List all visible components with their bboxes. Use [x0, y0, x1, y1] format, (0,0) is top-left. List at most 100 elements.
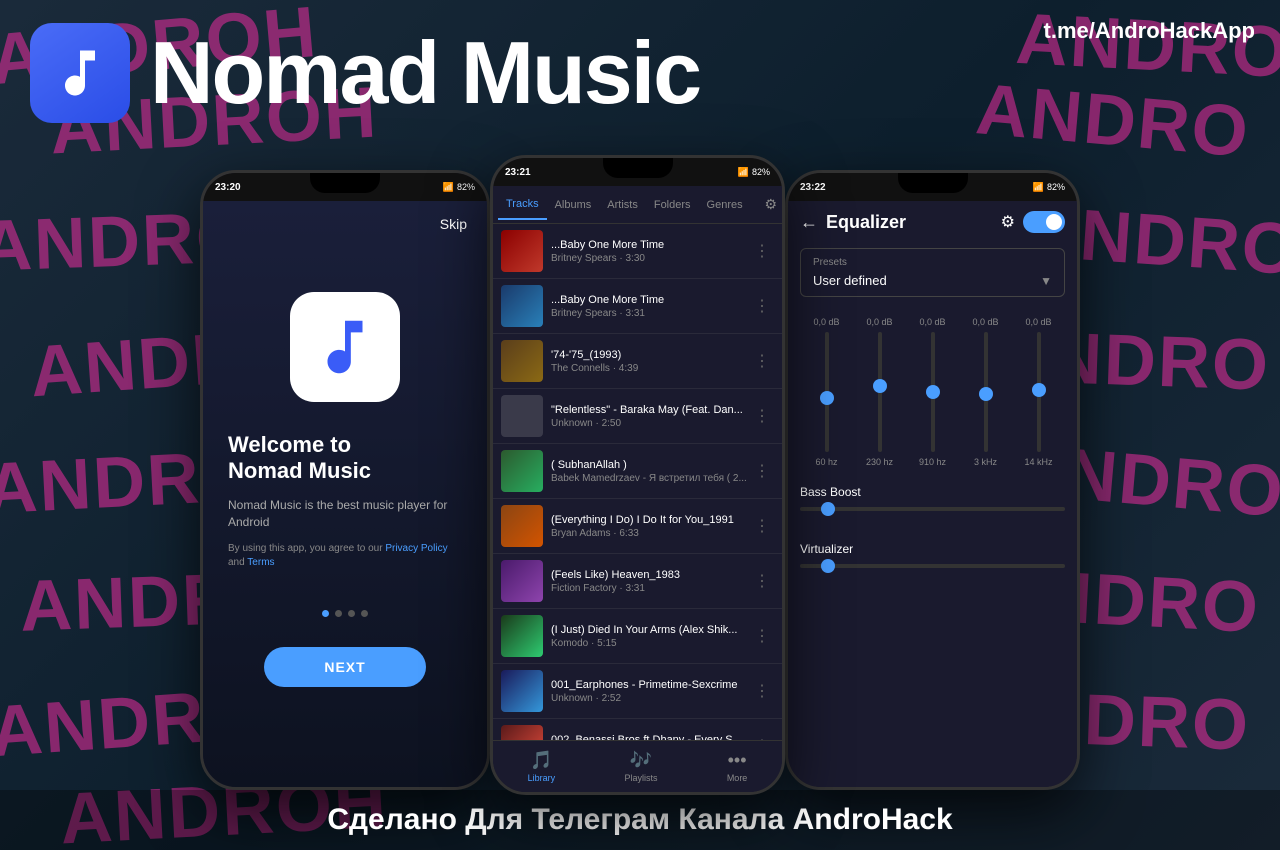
track-artist-duration: Bryan Adams · 6:33 — [551, 528, 750, 539]
menu-icon[interactable]: ⚙ — [764, 196, 777, 213]
eq-band-230hz[interactable] — [878, 332, 882, 452]
battery-text-2: 82% — [752, 167, 770, 177]
bass-boost-slider[interactable] — [800, 507, 1065, 511]
eq-band-14khz[interactable] — [1037, 332, 1041, 452]
presets-label: Presets — [813, 257, 1052, 268]
virtualizer-slider[interactable] — [800, 564, 1065, 568]
nav-library-label: Library — [528, 773, 556, 783]
track-title: ( SubhanAllah ) — [551, 459, 750, 471]
track-thumbnail — [501, 560, 543, 602]
track-artist-duration: Britney Spears · 3:31 — [551, 308, 750, 319]
tab-genres[interactable]: Genres — [699, 191, 751, 219]
eq-band-60hz[interactable] — [825, 332, 829, 452]
track-more-icon[interactable]: ⋮ — [750, 351, 774, 371]
eq-sliders-row — [800, 332, 1065, 452]
track-info: ...Baby One More Time Britney Spears · 3… — [551, 239, 750, 264]
terms-link[interactable]: Terms — [247, 557, 274, 568]
track-item[interactable]: ( SubhanAllah ) Babek Mamedrzaev - Я вст… — [493, 444, 782, 499]
track-info: (Feels Like) Heaven_1983 Fiction Factory… — [551, 569, 750, 594]
eq-toggle[interactable] — [1023, 211, 1065, 233]
eq-track-2 — [878, 332, 882, 452]
track-title: (Feels Like) Heaven_1983 — [551, 569, 750, 581]
wifi-icon: 📶 — [738, 167, 749, 178]
track-item[interactable]: 002_Benassi Bros ft.Dhany - Every S... U… — [493, 719, 782, 740]
welcome-title: Welcome toNomad Music — [228, 432, 462, 485]
track-item[interactable]: (I Just) Died In Your Arms (Alex Shik...… — [493, 609, 782, 664]
track-more-icon[interactable]: ⋮ — [750, 406, 774, 426]
track-item[interactable]: ...Baby One More Time Britney Spears · 3… — [493, 224, 782, 279]
track-item[interactable]: 001_Earphones - Primetime-Sexcrime Unkno… — [493, 664, 782, 719]
wifi-icon-3: 📶 — [1033, 182, 1044, 193]
privacy-policy-link[interactable]: Privacy Policy — [385, 543, 447, 554]
track-item[interactable]: '74-'75_(1993) The Connells · 4:39 ⋮ — [493, 334, 782, 389]
track-more-icon[interactable]: ⋮ — [750, 626, 774, 646]
track-thumbnail — [501, 505, 543, 547]
track-more-icon[interactable]: ⋮ — [750, 241, 774, 261]
track-item[interactable]: (Everything I Do) I Do It for You_1991 B… — [493, 499, 782, 554]
tab-albums[interactable]: Albums — [547, 191, 600, 219]
track-info: ...Baby One More Time Britney Spears · 3… — [551, 294, 750, 319]
eq-db-1: 0,0 dB — [807, 317, 847, 327]
tracks-screen: Tracks Albums Artists Folders Genres ⚙ .… — [493, 186, 782, 792]
track-item[interactable]: ...Baby One More Time Britney Spears · 3… — [493, 279, 782, 334]
presets-select[interactable]: User defined ▼ — [813, 273, 1052, 288]
track-item[interactable]: (Feels Like) Heaven_1983 Fiction Factory… — [493, 554, 782, 609]
nav-library[interactable]: 🎵 Library — [528, 750, 556, 783]
presets-value: User defined — [813, 273, 887, 288]
notch-1 — [310, 173, 380, 193]
welcome-text-block: Welcome toNomad Music Nomad Music is the… — [223, 432, 467, 610]
track-more-icon[interactable]: ⋮ — [750, 296, 774, 316]
track-thumbnail — [501, 615, 543, 657]
status-bar-2: 23:21 📶 82% — [493, 158, 782, 186]
app-title: Nomad Music — [150, 29, 700, 117]
battery-text-1: 82% — [457, 182, 475, 192]
eq-freq-labels: 60 hz 230 hz 910 hz 3 kHz 14 kHz — [800, 457, 1065, 467]
eq-band-910hz[interactable] — [931, 332, 935, 452]
skip-button[interactable]: Skip — [440, 216, 467, 232]
welcome-screen: Skip Welcome toNomad Music Nomad Music i… — [203, 201, 487, 787]
more-icon: ••• — [728, 750, 747, 771]
track-info: (Everything I Do) I Do It for You_1991 B… — [551, 514, 750, 539]
track-title: ...Baby One More Time — [551, 239, 750, 251]
battery-text-3: 82% — [1047, 182, 1065, 192]
eq-back-button[interactable]: ← — [800, 212, 818, 233]
track-title: ...Baby One More Time — [551, 294, 750, 306]
nav-playlists-label: Playlists — [624, 773, 657, 783]
notch-3 — [898, 173, 968, 193]
eq-freq-2: 230 hz — [860, 457, 900, 467]
track-more-icon[interactable]: ⋮ — [750, 516, 774, 536]
track-more-icon[interactable]: ⋮ — [750, 571, 774, 591]
dot-4 — [361, 610, 368, 617]
tab-artists[interactable]: Artists — [599, 191, 646, 219]
eq-title: Equalizer — [826, 212, 993, 233]
eq-freq-5: 14 kHz — [1019, 457, 1059, 467]
tab-tracks[interactable]: Tracks — [498, 190, 547, 220]
nav-more[interactable]: ••• More — [727, 750, 748, 783]
track-artist-duration: Babek Mamedrzaev - Я встретил тебя ( 2..… — [551, 473, 750, 484]
nav-more-label: More — [727, 773, 748, 783]
track-more-icon[interactable]: ⋮ — [750, 681, 774, 701]
eq-db-labels: 0,0 dB 0,0 dB 0,0 dB 0,0 dB 0,0 dB — [800, 317, 1065, 327]
track-info: ( SubhanAllah ) Babek Mamedrzaev - Я вст… — [551, 459, 750, 484]
track-info: 001_Earphones - Primetime-Sexcrime Unkno… — [551, 679, 750, 704]
music-note-icon — [50, 43, 110, 103]
status-icons-2: 📶 82% — [738, 167, 770, 178]
status-bar-3: 23:22 📶 82% — [788, 173, 1077, 201]
eq-db-3: 0,0 dB — [913, 317, 953, 327]
next-button[interactable]: NEXT — [264, 647, 425, 687]
tab-folders[interactable]: Folders — [646, 191, 699, 219]
track-thumbnail — [501, 285, 543, 327]
track-thumbnail — [501, 340, 543, 382]
eq-band-3khz[interactable] — [984, 332, 988, 452]
eq-thumb-4 — [979, 387, 993, 401]
bottom-navigation: 🎵 Library 🎶 Playlists ••• More — [493, 740, 782, 792]
eq-db-4: 0,0 dB — [966, 317, 1006, 327]
track-artist-duration: Britney Spears · 3:30 — [551, 253, 750, 264]
track-artist-duration: The Connells · 4:39 — [551, 363, 750, 374]
eq-tune-icon[interactable]: ⚙ — [1001, 212, 1015, 232]
track-title: "Relentless" - Baraka May (Feat. Dan... — [551, 404, 750, 416]
track-item[interactable]: "Relentless" - Baraka May (Feat. Dan... … — [493, 389, 782, 444]
nav-playlists[interactable]: 🎶 Playlists — [624, 750, 657, 783]
track-more-icon[interactable]: ⋮ — [750, 461, 774, 481]
eq-thumb-5 — [1032, 383, 1046, 397]
